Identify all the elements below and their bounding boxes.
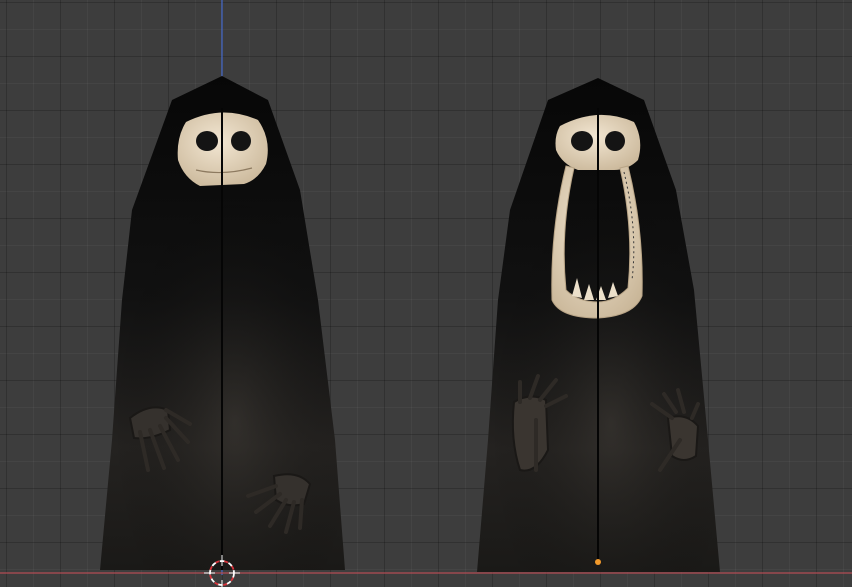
eye-socket-right: [231, 131, 251, 151]
object-origin-icon[interactable]: [595, 559, 601, 565]
eye-socket-left: [196, 131, 218, 151]
cloaked-ghost-open-mouth[interactable]: [477, 78, 720, 572]
3d-viewport[interactable]: [0, 0, 852, 587]
viewport-scene[interactable]: [0, 0, 852, 587]
cloaked-ghost-closed-mouth[interactable]: [100, 76, 345, 570]
eye-socket-left: [571, 131, 593, 151]
eye-socket-right: [605, 131, 625, 151]
